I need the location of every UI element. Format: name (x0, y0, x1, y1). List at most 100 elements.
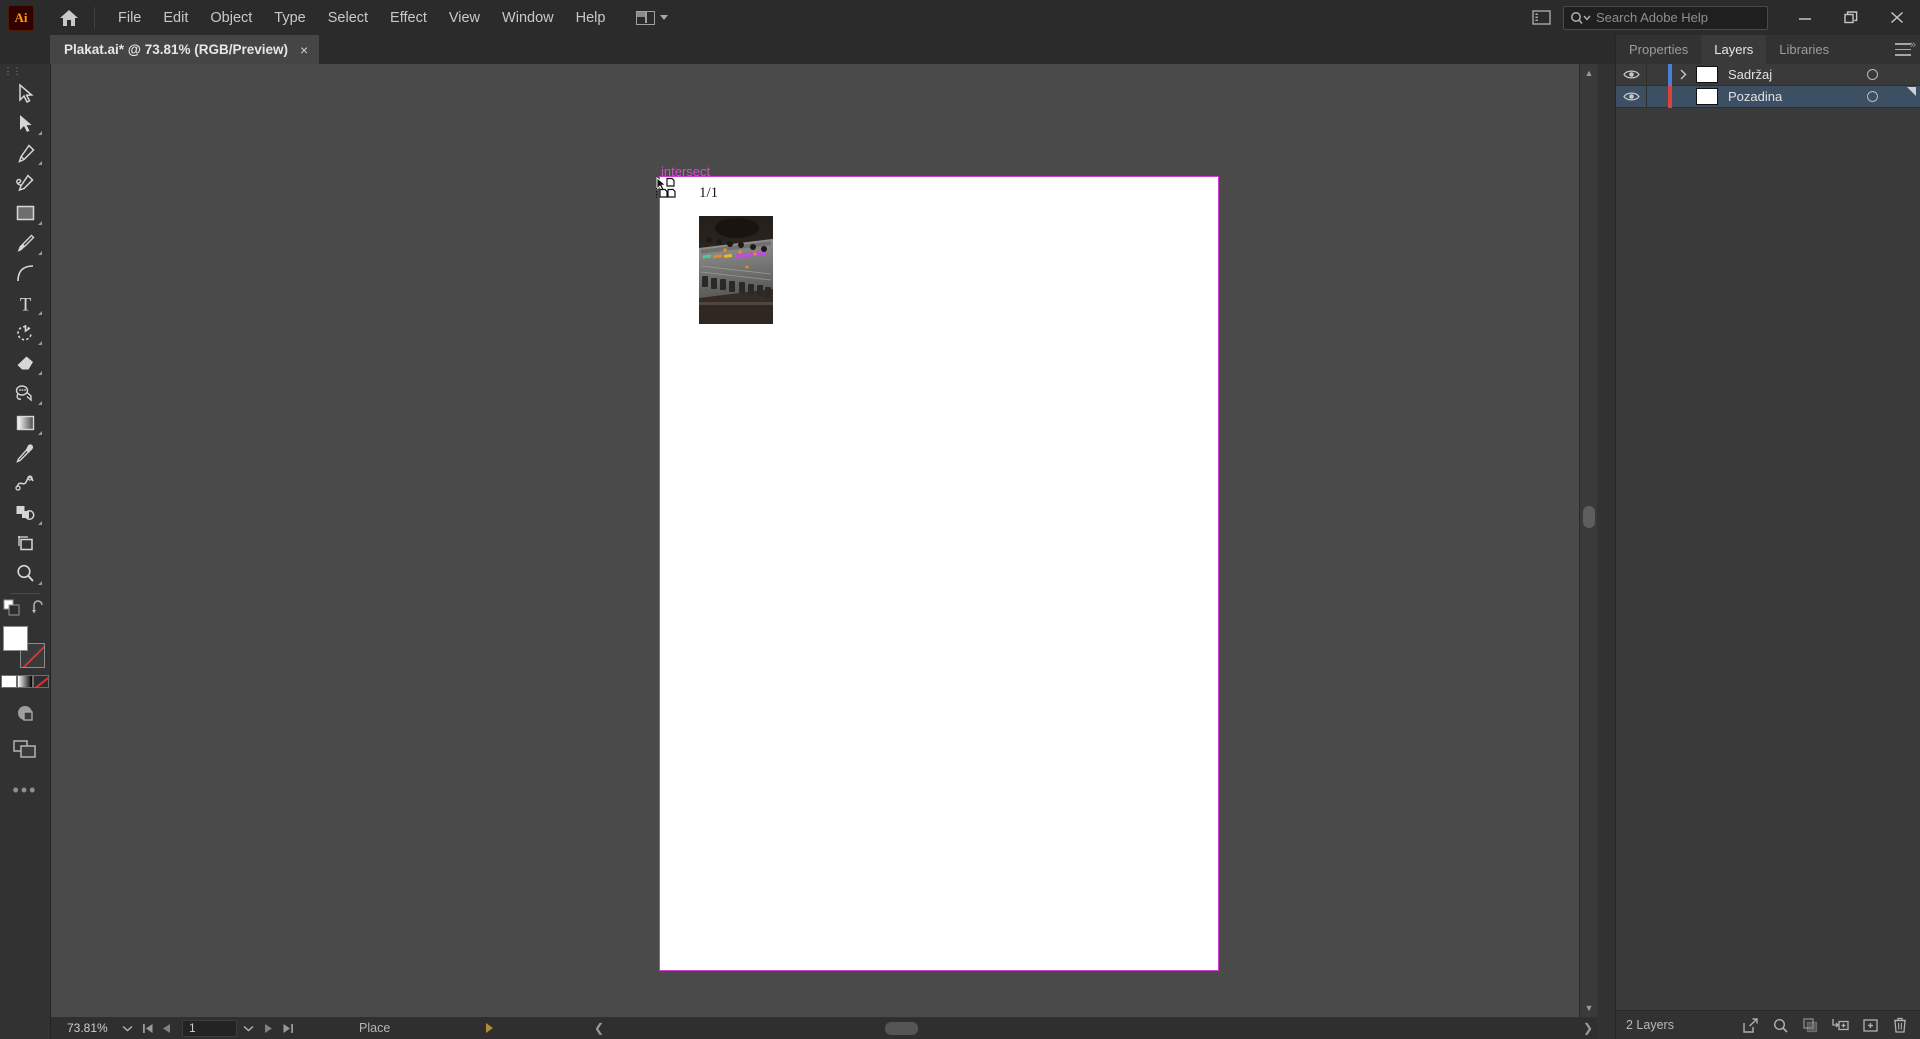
layer-count-label: 2 Layers (1626, 1018, 1674, 1032)
create-sublayer-icon[interactable] (1827, 1014, 1853, 1036)
eraser-tool[interactable] (5, 348, 45, 378)
tab-libraries[interactable]: Libraries (1766, 35, 1842, 64)
fill-stroke-swatches[interactable] (3, 626, 47, 670)
draw-mode-icon[interactable] (5, 698, 45, 728)
none-swatch-button[interactable] (33, 675, 49, 688)
next-page-icon[interactable] (259, 1020, 278, 1037)
make-clipping-mask-icon[interactable] (1797, 1014, 1823, 1036)
layer-name[interactable]: Sadržaj (1728, 67, 1772, 82)
selection-indicator (1907, 87, 1916, 96)
target-circle-icon[interactable] (1867, 69, 1878, 80)
pen-tool[interactable] (5, 138, 45, 168)
zoom-level-field[interactable]: 73.81% (61, 1019, 116, 1037)
layer-column-divider (1646, 64, 1647, 85)
menu-edit[interactable]: Edit (152, 0, 199, 35)
page-number-field[interactable]: 1 (182, 1019, 237, 1037)
eye-icon[interactable] (1616, 69, 1646, 80)
minimize-icon[interactable] (1782, 0, 1828, 35)
status-bar: 73.81% 1 Place (51, 1017, 590, 1039)
home-icon[interactable] (56, 5, 82, 31)
direct-selection-tool[interactable] (5, 108, 45, 138)
app-logo: Ai (8, 4, 34, 31)
paintbrush-tool[interactable] (5, 228, 45, 258)
page-dropdown-chevron-down-icon[interactable] (237, 1020, 259, 1037)
arc-tool[interactable] (5, 258, 45, 288)
artboard-tool[interactable] (5, 528, 45, 558)
tab-properties[interactable]: Properties (1616, 35, 1701, 64)
zoom-tool[interactable] (5, 558, 45, 588)
menu-window[interactable]: Window (491, 0, 565, 35)
vertical-scrollbar[interactable]: ▲ ▼ (1579, 64, 1597, 1017)
curvature-tool[interactable] (5, 168, 45, 198)
panel-menu-icon[interactable] (1895, 43, 1911, 56)
menu-divider (94, 6, 95, 29)
layers-list: Sadržaj Pozadina (1616, 63, 1920, 108)
scroll-right-icon[interactable]: ❯ (1583, 1021, 1593, 1035)
rotate-tool[interactable] (5, 318, 45, 348)
first-page-icon[interactable] (138, 1020, 157, 1037)
delete-selection-icon[interactable] (1887, 1014, 1913, 1036)
scroll-down-icon[interactable]: ▼ (1580, 999, 1598, 1017)
more-tools-button[interactable]: ••• (13, 780, 38, 801)
menu-bar: Ai File Edit Object Type Select Effect V… (0, 0, 1920, 35)
tab-layers[interactable]: Layers (1701, 35, 1767, 64)
layer-thumbnail (1696, 66, 1718, 83)
release-to-layers-icon[interactable] (1737, 1014, 1763, 1036)
document-tab-close-icon[interactable]: × (300, 43, 308, 57)
last-page-icon[interactable] (278, 1020, 297, 1037)
chevron-right-icon[interactable] (1672, 69, 1694, 80)
close-icon[interactable] (1874, 0, 1920, 35)
collapse-panel-icon[interactable]: » (1910, 39, 1916, 51)
scale-tool[interactable] (5, 378, 45, 408)
menu-object[interactable]: Object (199, 0, 263, 35)
type-tool[interactable]: T (5, 288, 45, 318)
eye-icon[interactable] (1616, 91, 1646, 102)
color-swatch-button[interactable] (1, 675, 17, 688)
menu-effect[interactable]: Effect (379, 0, 438, 35)
document-tab[interactable]: Plakat.ai* @ 73.81% (RGB/Preview) × (50, 35, 320, 64)
horizontal-scrollbar[interactable]: ❮ ❯ (590, 1018, 1597, 1039)
menu-type[interactable]: Type (263, 0, 316, 35)
gradient-tool[interactable] (5, 408, 45, 438)
table-row[interactable]: Sadržaj (1616, 63, 1920, 86)
play-arrow-icon[interactable] (486, 1023, 494, 1033)
panel-toggle-icon[interactable] (1529, 6, 1553, 30)
scroll-left-icon[interactable]: ❮ (594, 1021, 604, 1035)
placed-image-thumbnail[interactable] (699, 216, 773, 324)
prev-page-icon[interactable] (157, 1020, 176, 1037)
canvas-area[interactable]: intersect 1/1 (51, 64, 1597, 1017)
horizontal-scrollbar-thumb[interactable] (885, 1022, 918, 1035)
menu-view[interactable]: View (438, 0, 491, 35)
page-count-label: 1/1 (699, 185, 719, 201)
eyedropper-tool[interactable] (5, 438, 45, 468)
swap-fill-stroke-icon[interactable] (31, 600, 47, 621)
toolbar-grip[interactable]: ⋮⋮ (0, 64, 51, 78)
restore-icon[interactable] (1828, 0, 1874, 35)
menu-select[interactable]: Select (317, 0, 379, 35)
zoom-dropdown-chevron-down-icon[interactable] (116, 1020, 138, 1037)
layer-thumbnail (1696, 88, 1718, 105)
arrange-documents-icon (636, 10, 656, 25)
toolbar-divider (10, 593, 40, 594)
rectangle-tool[interactable] (5, 198, 45, 228)
scroll-up-icon[interactable]: ▲ (1580, 64, 1598, 82)
menu-help[interactable]: Help (565, 0, 617, 35)
target-circle-icon[interactable] (1867, 91, 1878, 102)
gradient-swatch-button[interactable] (17, 675, 33, 688)
default-fill-stroke-icon[interactable] (3, 599, 21, 622)
shape-builder-tool[interactable] (5, 498, 45, 528)
arrange-documents-button[interactable] (630, 5, 674, 31)
table-row[interactable]: Pozadina (1616, 85, 1920, 108)
layer-name[interactable]: Pozadina (1728, 89, 1782, 104)
vertical-scrollbar-thumb[interactable] (1583, 506, 1595, 528)
screen-mode-icon[interactable] (5, 734, 45, 764)
create-new-layer-icon[interactable] (1857, 1014, 1883, 1036)
search-input[interactable]: Search Adobe Help (1563, 5, 1768, 30)
blend-tool[interactable] (5, 468, 45, 498)
menu-file[interactable]: File (107, 0, 152, 35)
status-text[interactable]: Place (359, 1021, 390, 1035)
selection-tool[interactable] (5, 78, 45, 108)
fill-swatch[interactable] (3, 626, 28, 651)
layers-footer-icons (1737, 1014, 1913, 1036)
locate-object-icon[interactable] (1767, 1014, 1793, 1036)
